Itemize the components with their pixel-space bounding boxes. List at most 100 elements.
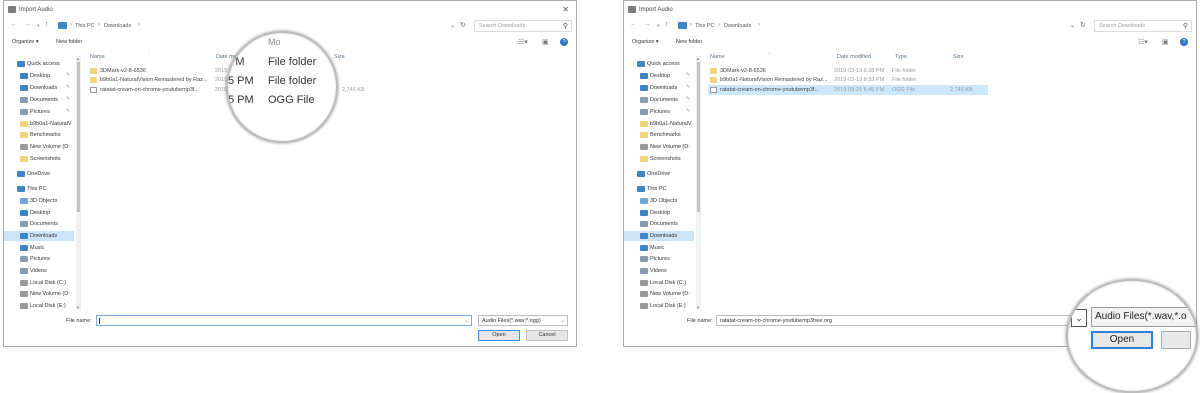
refresh-icon[interactable]: ↻ bbox=[1080, 21, 1086, 29]
sidebar-item[interactable]: 3D Objects bbox=[4, 196, 74, 206]
view-options-icon[interactable]: ☷▾ bbox=[1138, 38, 1148, 46]
forward-arrow-icon[interactable]: → bbox=[24, 21, 31, 28]
sidebar-item[interactable]: Downloads ✎ bbox=[624, 83, 694, 93]
sidebar-item[interactable]: Screenshots bbox=[624, 154, 694, 164]
magnified-dropdown-icon[interactable]: ⌄ bbox=[1071, 309, 1087, 327]
back-arrow-icon[interactable]: ← bbox=[10, 21, 17, 28]
sidebar-item[interactable]: Documents ✎ bbox=[4, 95, 74, 105]
refresh-icon[interactable]: ↻ bbox=[460, 21, 466, 29]
sidebar-item[interactable]: Downloads bbox=[4, 231, 74, 241]
drive-icon bbox=[20, 280, 28, 286]
search-box[interactable]: Search Downloads ⚲ bbox=[474, 20, 572, 32]
file-name-input[interactable]: ratatat-cream-on-chrome-youtubemp3free.o… bbox=[716, 315, 1092, 326]
cancel-button[interactable]: Cancel bbox=[526, 330, 568, 341]
magnified-open-button[interactable]: Open bbox=[1091, 331, 1153, 349]
column-name[interactable]: Name bbox=[90, 54, 105, 60]
recent-chevron-icon[interactable]: ▾ bbox=[37, 23, 40, 29]
sidebar-item[interactable]: Benchmarks bbox=[624, 130, 694, 140]
sidebar-item[interactable]: 3D Objects bbox=[624, 196, 694, 206]
sidebar-item[interactable]: Downloads bbox=[624, 231, 694, 241]
sidebar-item[interactable]: Desktop bbox=[624, 208, 694, 218]
sidebar-item[interactable]: Screenshots bbox=[4, 154, 74, 164]
organize-button[interactable]: Organize ▾ bbox=[12, 39, 39, 45]
up-arrow-icon[interactable]: ↑ bbox=[45, 21, 49, 28]
search-icon[interactable]: ⚲ bbox=[563, 22, 568, 30]
sidebar-item[interactable]: Videos bbox=[4, 266, 74, 276]
scroll-up-icon[interactable]: ▲ bbox=[696, 56, 700, 61]
help-icon[interactable]: ? bbox=[1180, 38, 1188, 46]
sidebar-item[interactable]: Documents ✎ bbox=[624, 95, 694, 105]
nav-scrollbar[interactable]: ▲ ▼ bbox=[76, 56, 81, 310]
sidebar-item[interactable]: OneDrive bbox=[624, 169, 694, 179]
up-arrow-icon[interactable]: ↑ bbox=[665, 21, 669, 28]
magnified-file-type-filter[interactable]: Audio Files(*.wav,*.o bbox=[1091, 307, 1196, 327]
file-row[interactable]: ratatat-cream-on-chrome-youtubemp3f... 20… bbox=[88, 85, 228, 95]
preview-pane-icon[interactable]: ▣ bbox=[542, 38, 549, 46]
magnified-cancel-button[interactable] bbox=[1161, 331, 1191, 349]
search-icon[interactable]: ⚲ bbox=[1183, 22, 1188, 30]
back-arrow-icon[interactable]: ← bbox=[630, 21, 637, 28]
recent-chevron-icon[interactable]: ▾ bbox=[657, 23, 660, 29]
open-button[interactable]: Open bbox=[478, 330, 520, 341]
new-folder-button[interactable]: New folder bbox=[56, 39, 82, 45]
sidebar-item[interactable]: New Volume (D: bbox=[4, 289, 74, 299]
file-name-input[interactable]: ⌄ bbox=[96, 315, 472, 326]
sidebar-item[interactable]: Benchmarks bbox=[4, 130, 74, 140]
column-size[interactable]: Size bbox=[334, 54, 345, 60]
file-row[interactable]: b9b0a1-NaturalVision Remastered by Raz..… bbox=[88, 75, 228, 85]
column-size[interactable]: Size bbox=[953, 54, 964, 60]
sidebar-item[interactable]: New Volume (D: bbox=[4, 142, 74, 152]
sidebar-item[interactable]: Desktop ✎ bbox=[4, 71, 74, 81]
sidebar-item[interactable]: New Volume (D: bbox=[624, 289, 694, 299]
sidebar-item[interactable]: Local Disk (C:) bbox=[624, 278, 694, 288]
column-type[interactable]: Type bbox=[895, 54, 907, 60]
sidebar-item[interactable]: Videos bbox=[624, 266, 694, 276]
address-dropdown-icon[interactable]: ⌄ bbox=[1070, 22, 1075, 29]
file-row[interactable]: b9b0a1-NaturalVision Remastered by Raz..… bbox=[708, 75, 988, 85]
scroll-thumb[interactable] bbox=[77, 62, 80, 212]
sidebar-item[interactable]: This PC bbox=[4, 184, 74, 194]
breadcrumb-this-pc[interactable]: This PC bbox=[695, 23, 715, 29]
sidebar-item[interactable]: Desktop ✎ bbox=[624, 71, 694, 81]
address-dropdown-icon[interactable]: ⌄ bbox=[450, 22, 455, 29]
new-folder-button[interactable]: New folder bbox=[676, 39, 702, 45]
organize-button[interactable]: Organize ▾ bbox=[632, 39, 659, 45]
breadcrumb-this-pc[interactable]: This PC bbox=[75, 23, 95, 29]
sidebar-item[interactable]: Music bbox=[624, 243, 694, 253]
sidebar-item[interactable]: Music bbox=[4, 243, 74, 253]
sidebar-item[interactable]: This PC bbox=[624, 184, 694, 194]
sidebar-item[interactable]: Desktop bbox=[4, 208, 74, 218]
sidebar-item[interactable]: b9b0a1-NaturalV bbox=[624, 119, 694, 129]
file-type-filter[interactable]: Audio Files(*.wav;*.ogg) ⌄ bbox=[478, 315, 568, 326]
sidebar-item[interactable]: Pictures ✎ bbox=[624, 107, 694, 117]
breadcrumb-downloads[interactable]: Downloads bbox=[724, 23, 751, 29]
sidebar-item[interactable]: Documents bbox=[4, 219, 74, 229]
search-box[interactable]: Search Downloads ⚲ bbox=[1094, 20, 1192, 32]
sidebar-item[interactable]: Documents bbox=[624, 219, 694, 229]
breadcrumb-downloads[interactable]: Downloads bbox=[104, 23, 131, 29]
drive-icon bbox=[640, 303, 648, 309]
sidebar-item[interactable]: OneDrive bbox=[4, 169, 74, 179]
sidebar-item[interactable]: Pictures bbox=[4, 254, 74, 264]
sidebar-item[interactable]: Quick access bbox=[4, 59, 74, 69]
sidebar-item[interactable]: Pictures bbox=[624, 254, 694, 264]
scroll-thumb[interactable] bbox=[697, 62, 700, 212]
sidebar-item[interactable]: Pictures ✎ bbox=[4, 107, 74, 117]
forward-arrow-icon[interactable]: → bbox=[644, 21, 651, 28]
filter-dropdown-icon[interactable]: ⌄ bbox=[560, 317, 565, 324]
column-name[interactable]: Name bbox=[710, 54, 725, 60]
file-name-dropdown-icon[interactable]: ⌄ bbox=[464, 317, 469, 324]
scroll-up-icon[interactable]: ▲ bbox=[76, 56, 80, 61]
close-icon[interactable]: ✕ bbox=[562, 5, 569, 14]
view-options-icon[interactable]: ☷▾ bbox=[518, 38, 528, 46]
sidebar-item[interactable]: b9b0a1-NaturalV bbox=[4, 119, 74, 129]
preview-pane-icon[interactable]: ▣ bbox=[1162, 38, 1169, 46]
sidebar-item[interactable]: Downloads ✎ bbox=[4, 83, 74, 93]
sidebar-item[interactable]: Quick access bbox=[624, 59, 694, 69]
help-icon[interactable]: ? bbox=[560, 38, 568, 46]
sidebar-item[interactable]: Local Disk (C:) bbox=[4, 278, 74, 288]
sidebar-item[interactable]: New Volume (D: bbox=[624, 142, 694, 152]
file-row[interactable]: ratatat-cream-on-chrome-youtubemp3f... 20… bbox=[708, 85, 988, 95]
nav-scrollbar[interactable]: ▲ ▼ bbox=[696, 56, 701, 310]
column-date[interactable]: Date modified bbox=[837, 54, 871, 60]
